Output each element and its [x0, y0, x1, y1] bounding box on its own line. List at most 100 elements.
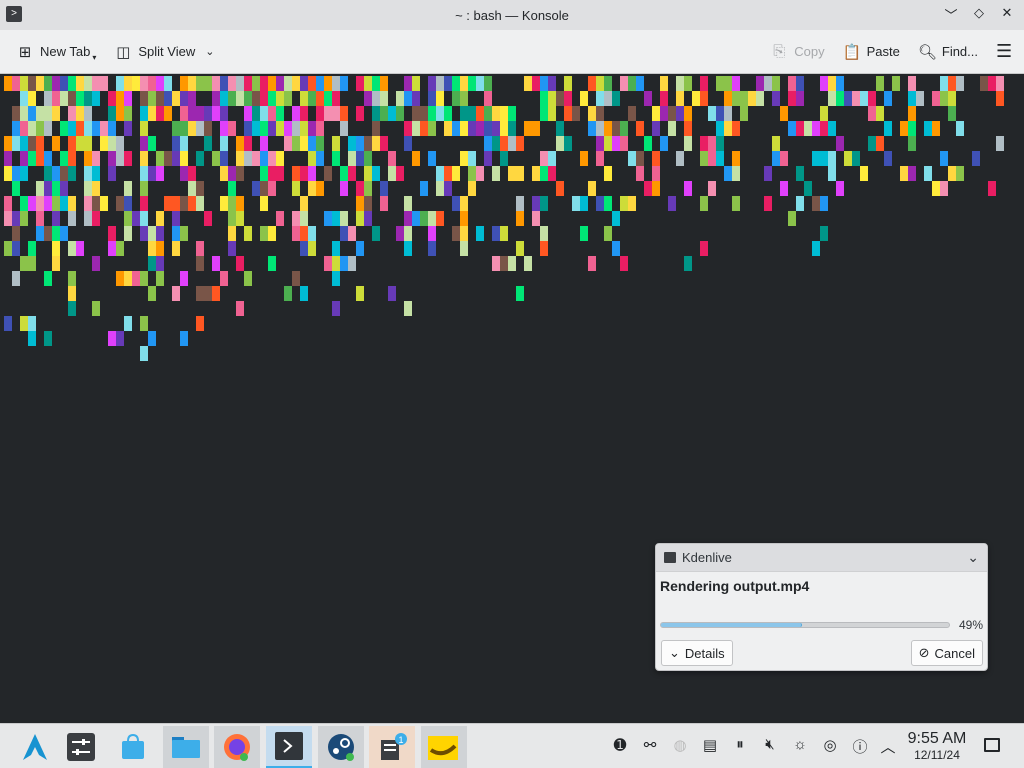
terminal-pixel: [540, 91, 548, 106]
terminal-pixel: [444, 166, 452, 181]
disabled-icon[interactable]: ◍: [670, 736, 690, 754]
terminal-pixel: [52, 241, 60, 256]
media-pause-icon[interactable]: ⏸: [730, 736, 750, 753]
clipboard-icon[interactable]: ▤: [700, 736, 720, 754]
terminal-pixel: [900, 166, 908, 181]
help-icon[interactable]: ⓘ: [850, 736, 870, 757]
find-button[interactable]: 🔍︎ Find...: [912, 37, 984, 67]
terminal-pixel: [916, 91, 924, 106]
network-icon[interactable]: ◎: [820, 736, 840, 754]
terminal-pixel: [204, 211, 212, 226]
terminal-pixel: [876, 76, 884, 91]
minimize-icon[interactable]: ﹀: [944, 5, 958, 24]
terminal-pixel: [28, 331, 36, 346]
terminal-pixel: [756, 76, 764, 91]
show-desktop-button[interactable]: [984, 738, 1000, 752]
terminal-pixel: [180, 106, 188, 121]
terminal-pixel: [388, 166, 396, 181]
new-tab-button[interactable]: ⊞ New Tab ▾: [10, 37, 102, 67]
terminal-pixel: [340, 106, 348, 121]
details-button[interactable]: ⌄ Details: [661, 640, 733, 666]
terminal-pixel: [452, 76, 460, 91]
new-tab-dropdown-icon[interactable]: ▾: [92, 53, 96, 62]
terminal-pixel: [220, 271, 228, 286]
taskbar-dolphin[interactable]: [163, 726, 209, 768]
taskbar-konsole[interactable]: [266, 726, 312, 768]
updates-icon[interactable]: ➊: [610, 736, 630, 754]
app-launcher-button[interactable]: [12, 726, 58, 768]
terminal-pixel: [324, 256, 332, 271]
hamburger-icon: ☰: [996, 41, 1013, 61]
konsole-icon[interactable]: >: [6, 6, 22, 22]
terminal-pixel: [268, 256, 276, 271]
menu-button[interactable]: ☰: [990, 37, 1016, 67]
terminal-pixel: [260, 151, 268, 166]
terminal-pixel: [700, 91, 708, 106]
terminal-pixel: [876, 136, 884, 151]
expand-tray-icon[interactable]: ︿: [878, 736, 898, 757]
terminal-pixel: [812, 121, 820, 136]
terminal-pixel: [156, 211, 164, 226]
terminal-pixel: [484, 121, 492, 136]
terminal-pixel: [676, 91, 684, 106]
terminal-pixel: [68, 151, 76, 166]
terminal-pixel: [676, 76, 684, 91]
terminal-pixel: [444, 181, 452, 196]
terminal-pixel: [308, 76, 316, 91]
taskbar-bananas[interactable]: [421, 726, 467, 768]
terminal-pixel: [316, 181, 324, 196]
render-progress-fill: [661, 623, 803, 627]
terminal-pixel: [716, 106, 724, 121]
taskbar-system-settings[interactable]: [58, 726, 104, 768]
terminal-pixel: [524, 256, 532, 271]
terminal-pixel: [652, 106, 660, 121]
taskbar-discover[interactable]: [110, 726, 156, 768]
paste-icon: 📋: [842, 43, 862, 61]
terminal-pixel: [364, 151, 372, 166]
terminal-pixel: [804, 121, 812, 136]
taskbar-steam[interactable]: [318, 726, 364, 768]
terminal-pixel: [820, 151, 828, 166]
cancel-button[interactable]: ⊘ Cancel: [910, 640, 983, 666]
terminal-pixel: [220, 121, 228, 136]
maximize-icon[interactable]: ◇: [972, 5, 986, 24]
terminal-pixel: [156, 241, 164, 256]
terminal-pixel: [12, 166, 20, 181]
terminal-pixel: [380, 106, 388, 121]
volume-muted-icon[interactable]: 🔇︎: [760, 736, 780, 753]
terminal-pixel: [812, 241, 820, 256]
terminal-pixel: [340, 181, 348, 196]
paste-button[interactable]: 📋 Paste: [837, 37, 906, 67]
close-icon[interactable]: ✕: [1000, 5, 1014, 24]
terminal-pixel: [932, 181, 940, 196]
terminal-pixel: [372, 121, 380, 136]
brightness-icon[interactable]: ☼: [790, 736, 810, 753]
terminal-pixel: [204, 136, 212, 151]
terminal-pixel: [588, 121, 596, 136]
terminal-pixel: [676, 106, 684, 121]
terminal-pixel: [316, 121, 324, 136]
terminal-pixel: [460, 106, 468, 121]
terminal-pixel: [340, 211, 348, 226]
terminal-pixel: [244, 76, 252, 91]
terminal-pixel: [28, 256, 36, 271]
split-view-button[interactable]: ◫ Split View ⌄: [108, 37, 220, 67]
terminal-pixel: [236, 196, 244, 211]
taskbar-firefox[interactable]: [214, 726, 260, 768]
terminal-pixel: [404, 301, 412, 316]
network-share-icon[interactable]: ⚯: [640, 736, 660, 754]
terminal-pixel: [332, 301, 340, 316]
chevron-down-icon[interactable]: ⌄: [205, 45, 214, 58]
terminal-pixel: [92, 76, 100, 91]
clock[interactable]: 9:55 AM 12/11/24: [900, 730, 974, 762]
taskbar-kdenlive[interactable]: 1: [369, 726, 415, 768]
copy-button[interactable]: ⎘ Copy: [764, 37, 830, 67]
terminal-pixel: [348, 226, 356, 241]
terminal-pixel: [76, 136, 84, 151]
collapse-chevron-icon[interactable]: ⌄: [967, 549, 979, 566]
terminal-pixel: [612, 211, 620, 226]
terminal-pixel: [988, 181, 996, 196]
terminal-pixel: [948, 106, 956, 121]
terminal-pixel: [428, 226, 436, 241]
terminal-pixel: [20, 136, 28, 151]
